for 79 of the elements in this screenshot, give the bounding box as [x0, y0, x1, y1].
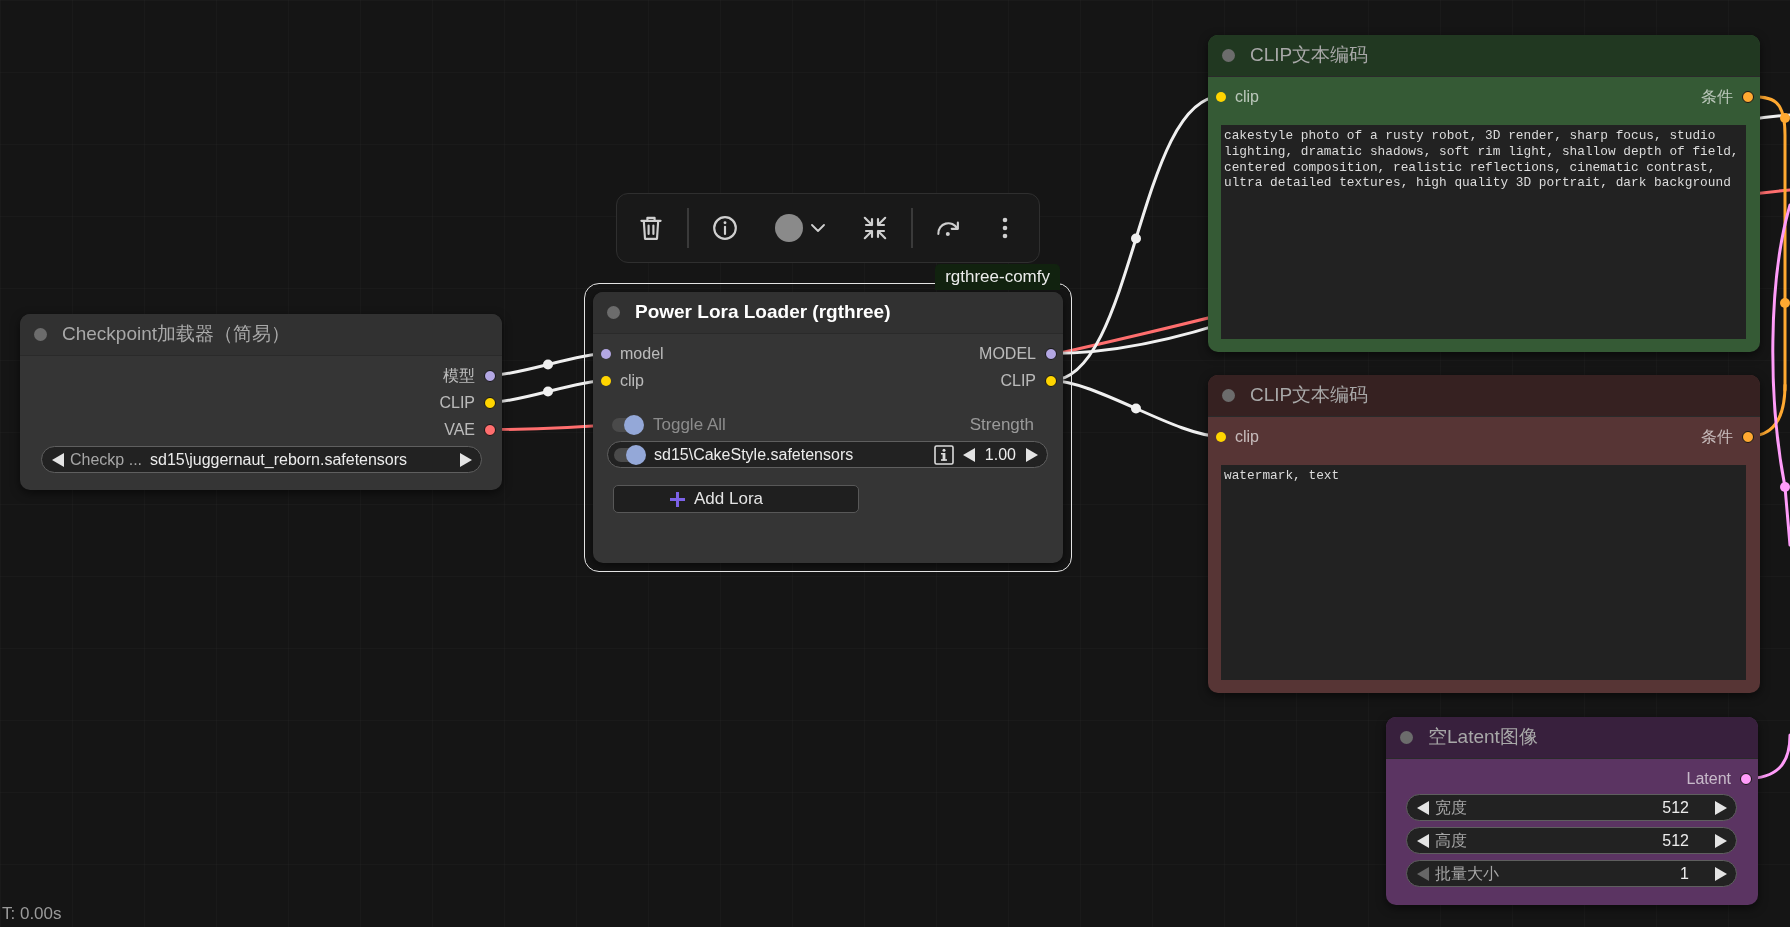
chevron-down-icon: [811, 224, 825, 232]
right-arrow-icon[interactable]: [1715, 800, 1727, 815]
number-field[interactable]: 批量大小 1: [1406, 860, 1737, 887]
slot-label: 模型: [443, 365, 475, 386]
slot-label: clip: [620, 370, 644, 391]
node-title: Checkpoint加载器（简易）: [62, 323, 291, 346]
slot-label: Latent: [1686, 768, 1731, 789]
plus-icon: [669, 490, 686, 508]
dot-icon[interactable]: [1400, 731, 1413, 744]
info-icon[interactable]: [933, 444, 954, 465]
node-title: Power Lora Loader (rgthree): [635, 301, 891, 324]
right-arrow-icon[interactable]: [1715, 833, 1727, 848]
dot-icon[interactable]: [1222, 389, 1235, 402]
widget-value: sd15\juggernaut_reborn.safetensors: [150, 449, 408, 470]
slot-label: 条件: [1701, 86, 1733, 107]
toggle-switch[interactable]: [614, 444, 646, 465]
info-icon: [713, 216, 737, 240]
slot-label: clip: [1235, 426, 1259, 447]
node-title: CLIP文本编码: [1250, 384, 1369, 407]
left-arrow-icon[interactable]: [962, 447, 975, 462]
strength-value: 1.00: [984, 444, 1016, 465]
lora-name: sd15\CakeStyle.safetensors: [654, 444, 854, 465]
slot-label: clip: [1235, 86, 1259, 107]
slot-label: CLIP: [1000, 370, 1036, 391]
trash-icon: [640, 216, 662, 240]
dot-icon[interactable]: [607, 306, 620, 319]
slot-label: MODEL: [979, 343, 1036, 364]
widget-value: 1: [1680, 863, 1689, 884]
left-arrow-icon[interactable]: [52, 452, 64, 467]
socket-dot-icon[interactable]: [601, 375, 611, 386]
socket-dot-icon[interactable]: [484, 369, 496, 382]
widget-label: Checkp ...: [70, 449, 143, 470]
graph-node[interactable]: 空Latent图像 Latent 宽度 512 高度 512 批量大小 1: [1386, 717, 1758, 905]
right-arrow-icon[interactable]: [460, 452, 472, 467]
socket-dot-icon[interactable]: [1742, 430, 1754, 443]
prompt-field[interactable]: cakestyle photo of a rusty robot, 3D render, sharp focus, studio lighting, dramatic shadows, soft rim light, shallow depth of field, centered composition, realistic reflections, cinematic contrast, ultra detailed textures, high quality 3D portrait, dark background: [1221, 125, 1746, 339]
socket-dot-icon[interactable]: [1045, 347, 1057, 360]
combo-field[interactable]: Checkp ... sd15\juggernaut_reborn.safetensors: [41, 446, 482, 473]
widget-label: 宽度: [1435, 797, 1467, 818]
left-arrow-icon[interactable]: [1417, 800, 1429, 815]
node-title: CLIP文本编码: [1250, 44, 1369, 67]
lora-row[interactable]: sd15\CakeStyle.safetensors 1.00: [607, 441, 1048, 468]
slot-label: model: [620, 343, 664, 364]
socket-dot-icon[interactable]: [1742, 90, 1754, 103]
graph-node[interactable]: [1208, 35, 1760, 352]
number-field[interactable]: 宽度 512: [1406, 794, 1737, 821]
toggle-switch[interactable]: [612, 415, 644, 435]
more-icon: [1002, 217, 1008, 239]
source-badge: rgthree-comfy: [935, 264, 1060, 290]
widget-label: 批量大小: [1435, 863, 1499, 884]
toggle-label: Toggle All: [653, 414, 726, 436]
column-label: Strength: [969, 414, 1034, 436]
number-field[interactable]: 高度 512: [1406, 827, 1737, 854]
socket-dot-icon[interactable]: [1216, 91, 1226, 102]
node-title: 空Latent图像: [1428, 726, 1538, 749]
shrink-arrows-icon: [863, 216, 887, 240]
socket-dot-icon[interactable]: [601, 348, 611, 359]
right-arrow-icon[interactable]: [1026, 447, 1038, 462]
dot-icon[interactable]: [1222, 49, 1235, 62]
socket-dot-icon[interactable]: [484, 396, 496, 409]
graph-node[interactable]: CLIP文本编码 clip 条件 watermark, text: [1208, 375, 1760, 693]
prompt-field[interactable]: watermark, text: [1221, 465, 1746, 680]
widget-value: 512: [1662, 797, 1689, 818]
socket-dot-icon[interactable]: [484, 423, 496, 436]
left-arrow-icon[interactable]: [1417, 833, 1429, 848]
add-lora-button[interactable]: Add Lora: [613, 485, 859, 513]
socket-dot-icon[interactable]: [1216, 431, 1226, 442]
widget-value: 512: [1662, 830, 1689, 851]
render-time: T: 0.00s: [2, 903, 62, 924]
widget-label: 高度: [1435, 830, 1467, 851]
slot-label: CLIP: [439, 392, 475, 413]
color-swatch-icon: [775, 214, 803, 242]
socket-dot-icon[interactable]: [1740, 772, 1752, 785]
slot-label: 条件: [1701, 426, 1733, 447]
socket-dot-icon[interactable]: [1045, 374, 1057, 387]
graph-node[interactable]: Checkpoint加载器（简易） 模型 CLIP VAE Checkp ... sd15\juggernaut_reborn.safetensors: [20, 314, 502, 490]
slot-label: VAE: [444, 419, 475, 440]
dot-icon[interactable]: [34, 328, 47, 341]
right-arrow-icon[interactable]: [1715, 866, 1727, 881]
